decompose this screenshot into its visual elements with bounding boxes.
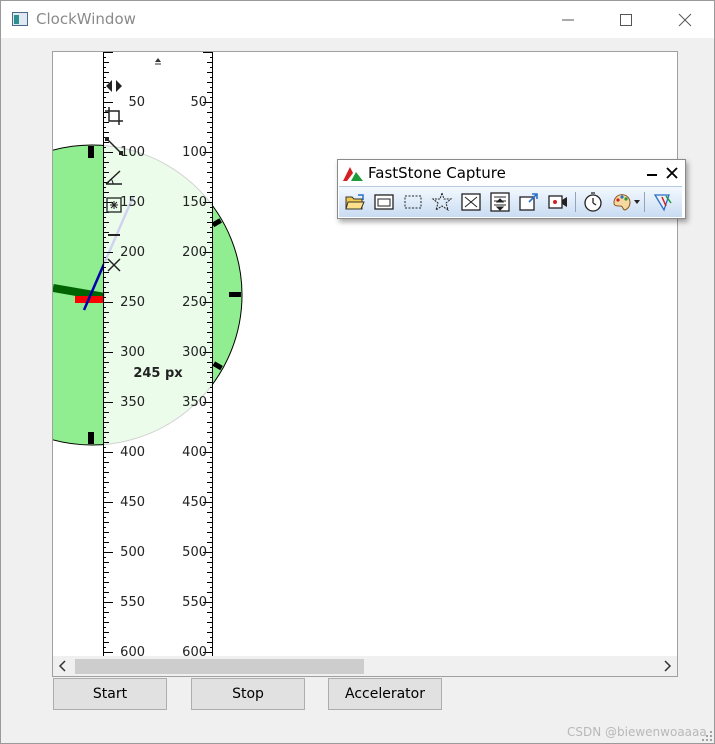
scroll-right-icon[interactable]	[657, 656, 677, 676]
output-icon[interactable]	[518, 191, 540, 213]
timer-icon[interactable]	[582, 191, 604, 213]
ruler-label-left: 400	[120, 445, 145, 460]
start-button[interactable]: Start	[53, 678, 167, 710]
maximize-button[interactable]	[597, 1, 655, 38]
window-title: ClockWindow	[36, 10, 136, 28]
ruler-label-right: 50	[190, 95, 207, 110]
ruler-label-right: 200	[182, 245, 207, 260]
toolbar-separator	[575, 192, 576, 212]
ruler-label-right: 250	[182, 295, 207, 310]
faststone-close-icon[interactable]	[664, 164, 680, 182]
ruler-label-right: 500	[182, 545, 207, 560]
ruler-label-left: 250	[120, 295, 145, 310]
title-bar[interactable]: ClockWindow	[1, 1, 714, 38]
stop-button[interactable]: Stop	[191, 678, 305, 710]
resize-grip-icon[interactable]	[701, 730, 713, 742]
faststone-logo-icon	[343, 167, 363, 181]
settings-icon[interactable]	[652, 191, 674, 213]
capture-window-icon[interactable]	[373, 191, 395, 213]
video-record-icon[interactable]	[547, 191, 569, 213]
ruler-label-left: 550	[120, 595, 145, 610]
open-folder-icon[interactable]	[344, 191, 366, 213]
scrollbar-thumb[interactable]	[75, 659, 364, 674]
line-measure-icon[interactable]	[103, 135, 125, 157]
toolbar-separator	[644, 192, 645, 212]
ruler-label-right: 400	[182, 445, 207, 460]
faststone-title-bar[interactable]: FastStone Capture	[338, 160, 685, 186]
ruler-scroll-up-icon[interactable]	[152, 54, 164, 66]
ruler-label-right: 350	[182, 395, 207, 410]
ruler-label-left: 300	[120, 345, 145, 360]
capture-freehand-icon[interactable]	[431, 191, 453, 213]
minimize-line-icon[interactable]	[103, 224, 125, 246]
ruler-label-right: 300	[182, 345, 207, 360]
color-picker-icon[interactable]	[611, 191, 633, 213]
angle-icon[interactable]	[103, 165, 125, 187]
minimize-icon	[562, 19, 574, 21]
ruler-label-right: 150	[182, 195, 207, 210]
capture-rectangle-icon[interactable]	[402, 191, 424, 213]
ruler-label-left: 500	[120, 545, 145, 560]
ruler-label-left: 350	[120, 395, 145, 410]
faststone-minimize-icon[interactable]	[644, 164, 660, 182]
accelerator-button[interactable]: Accelerator	[328, 678, 442, 710]
faststone-capture-toolbar[interactable]: FastStone Capture	[337, 159, 686, 219]
scroll-left-icon[interactable]	[53, 656, 73, 676]
csdn-watermark: CSDN @biewenwoaaaa	[567, 725, 707, 739]
minimize-button[interactable]	[539, 1, 597, 38]
ruler-label-left: 450	[120, 495, 145, 510]
clock-view[interactable]: 50 100 150 200 250 300 350 400 450 500 5…	[52, 51, 678, 677]
ruler-measurement: 245 px	[133, 366, 183, 381]
color-picker-dropdown-icon[interactable]	[634, 199, 640, 205]
ruler-label-right: 450	[182, 495, 207, 510]
ruler-label-right: 550	[182, 595, 207, 610]
flip-arrows-icon[interactable]	[103, 75, 125, 97]
capture-scrolling-icon[interactable]	[489, 191, 511, 213]
close-x-icon[interactable]	[103, 254, 125, 276]
faststone-title: FastStone Capture	[368, 164, 506, 182]
faststone-tool-row	[339, 186, 682, 217]
window-app-icon	[12, 12, 28, 26]
ruler-label-right: 100	[182, 145, 207, 160]
maximize-icon	[620, 14, 632, 26]
close-icon	[678, 13, 692, 27]
horizontal-scrollbar[interactable]	[53, 656, 677, 676]
clock-window: ClockWindow 50 100 150 200 250 300 350 4…	[0, 0, 715, 744]
close-button[interactable]	[656, 1, 714, 38]
screen-ruler[interactable]: 50 100 150 200 250 300 350 400 450 500 5…	[103, 52, 213, 676]
center-icon[interactable]	[103, 194, 125, 216]
capture-fullscreen-icon[interactable]	[460, 191, 482, 213]
crop-icon[interactable]	[103, 105, 125, 127]
